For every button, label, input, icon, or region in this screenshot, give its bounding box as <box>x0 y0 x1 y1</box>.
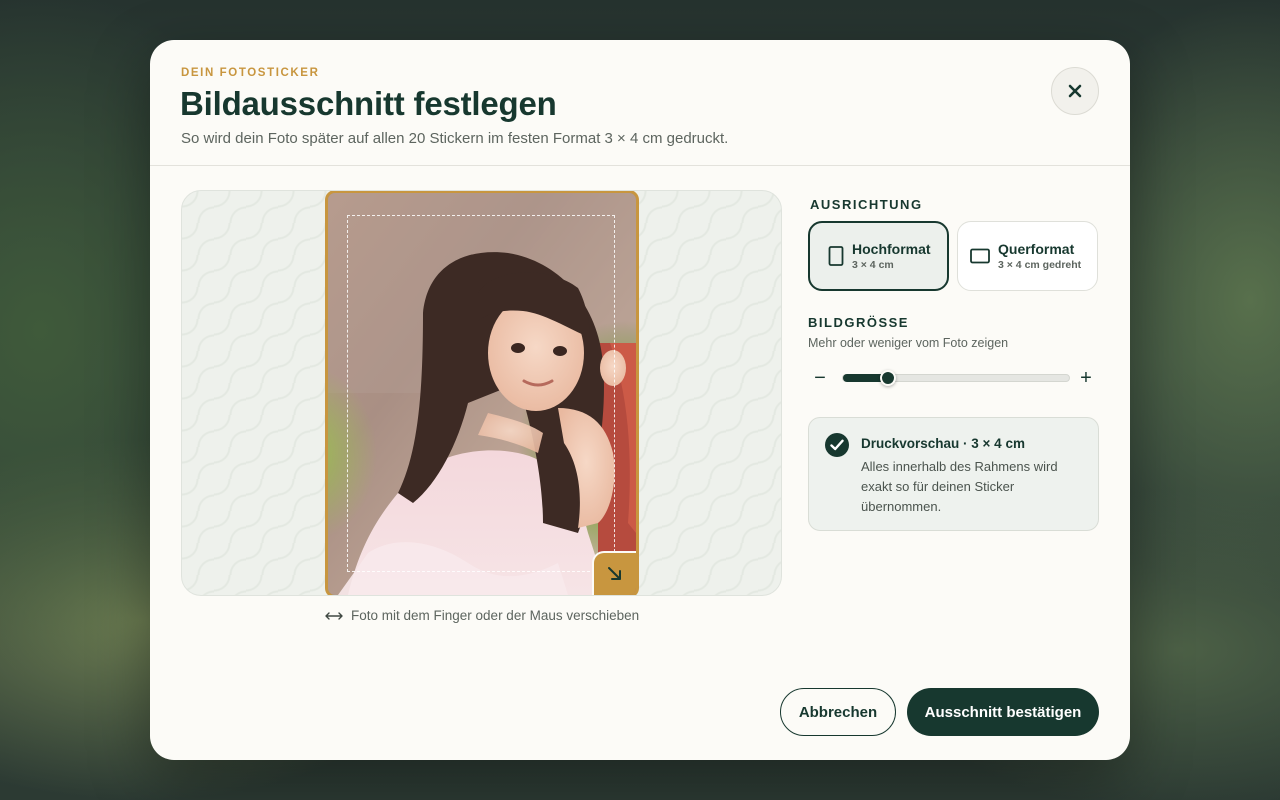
drag-hint-text: Foto mit dem Finger oder der Maus versch… <box>351 608 640 623</box>
portrait-icon <box>828 246 844 266</box>
safe-area-guide <box>347 215 615 572</box>
landscape-icon <box>970 248 990 264</box>
dialog-header: DEIN FOTOSTICKER Bildausschnitt festlege… <box>150 40 1130 166</box>
check-circle-icon <box>825 433 849 457</box>
zoom-slider[interactable] <box>842 370 1070 386</box>
print-preview-text: Alles innerhalb des Rahmens wird exakt s… <box>861 459 1058 514</box>
dialog-title: Bildausschnitt festlegen <box>180 85 557 122</box>
drag-hint: Foto mit dem Finger oder der Maus versch… <box>325 608 639 623</box>
resize-arrow-icon <box>608 567 621 580</box>
print-preview-title: Druckvorschau · 3 × 4 cm <box>861 436 1025 451</box>
orientation-landscape-button[interactable]: Querformat 3 × 4 cm gedreht <box>957 221 1098 291</box>
orientation-portrait-name: Hochformat <box>852 240 931 257</box>
zoom-slider-thumb[interactable] <box>880 370 897 386</box>
resize-handle[interactable] <box>592 551 636 595</box>
crop-stage[interactable] <box>181 190 782 596</box>
print-preview-card: Druckvorschau · 3 × 4 cm Alles innerhalb… <box>808 417 1099 531</box>
close-button[interactable] <box>1051 67 1099 115</box>
confirm-crop-button[interactable]: Ausschnitt bestätigen <box>907 688 1099 736</box>
crop-dialog: DEIN FOTOSTICKER Bildausschnitt festlege… <box>150 40 1130 760</box>
zoom-in-button[interactable]: + <box>1074 366 1098 390</box>
horizontal-arrows-icon <box>325 611 343 620</box>
zoom-out-button[interactable]: − <box>808 366 832 390</box>
orientation-landscape-size: 3 × 4 cm gedreht <box>998 258 1082 271</box>
orientation-landscape-name: Querformat <box>998 240 1075 257</box>
dialog-subtitle: So wird dein Foto später auf allen 20 St… <box>181 130 729 147</box>
orientation-portrait-size: 3 × 4 cm <box>852 258 894 271</box>
orientation-label: AUSRICHTUNG <box>810 197 923 212</box>
image-size-label: BILDGRÖSSE <box>808 315 909 330</box>
close-icon <box>1068 84 1082 98</box>
zoom-control: − + <box>808 360 1100 396</box>
orientation-portrait-button[interactable]: Hochformat 3 × 4 cm <box>808 221 949 291</box>
cancel-button[interactable]: Abbrechen <box>780 688 896 736</box>
eyebrow-label: DEIN FOTOSTICKER <box>181 67 320 79</box>
crop-frame[interactable] <box>325 191 639 595</box>
image-size-help: Mehr oder weniger vom Foto zeigen <box>808 336 1009 350</box>
